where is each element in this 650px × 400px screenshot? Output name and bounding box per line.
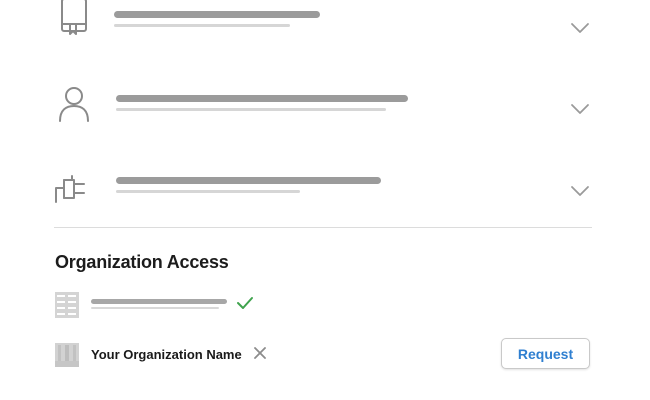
accordion-row-user[interactable]	[0, 75, 650, 145]
organization-name-placeholder	[91, 299, 227, 304]
row-subtitle-placeholder	[116, 190, 300, 193]
row-subtitle-placeholder	[116, 108, 386, 111]
x-icon	[253, 346, 267, 360]
book-icon	[52, 0, 96, 38]
chevron-down-icon[interactable]	[568, 20, 592, 36]
accordion-row-plug[interactable]	[0, 155, 650, 225]
organization-subtitle-placeholder	[91, 307, 219, 309]
plug-icon	[52, 164, 96, 208]
organization-building-icon	[55, 343, 79, 367]
user-icon	[52, 83, 96, 127]
row-subtitle-placeholder	[114, 24, 290, 27]
section-divider	[54, 227, 592, 228]
check-icon	[235, 294, 255, 312]
organization-access-title: Organization Access	[55, 252, 229, 272]
accordion-row-book[interactable]	[0, 0, 650, 70]
organization-building-icon	[55, 292, 79, 318]
row-title-placeholder	[114, 11, 320, 18]
chevron-down-icon[interactable]	[568, 101, 592, 117]
row-title-placeholder	[116, 95, 408, 102]
chevron-down-icon[interactable]	[568, 183, 592, 199]
row-title-placeholder	[116, 177, 381, 184]
organization-row	[0, 288, 650, 322]
organization-name: Your Organization Name	[91, 347, 242, 362]
organization-row: Your Organization Name Request	[0, 338, 650, 372]
request-button[interactable]: Request	[501, 338, 590, 369]
